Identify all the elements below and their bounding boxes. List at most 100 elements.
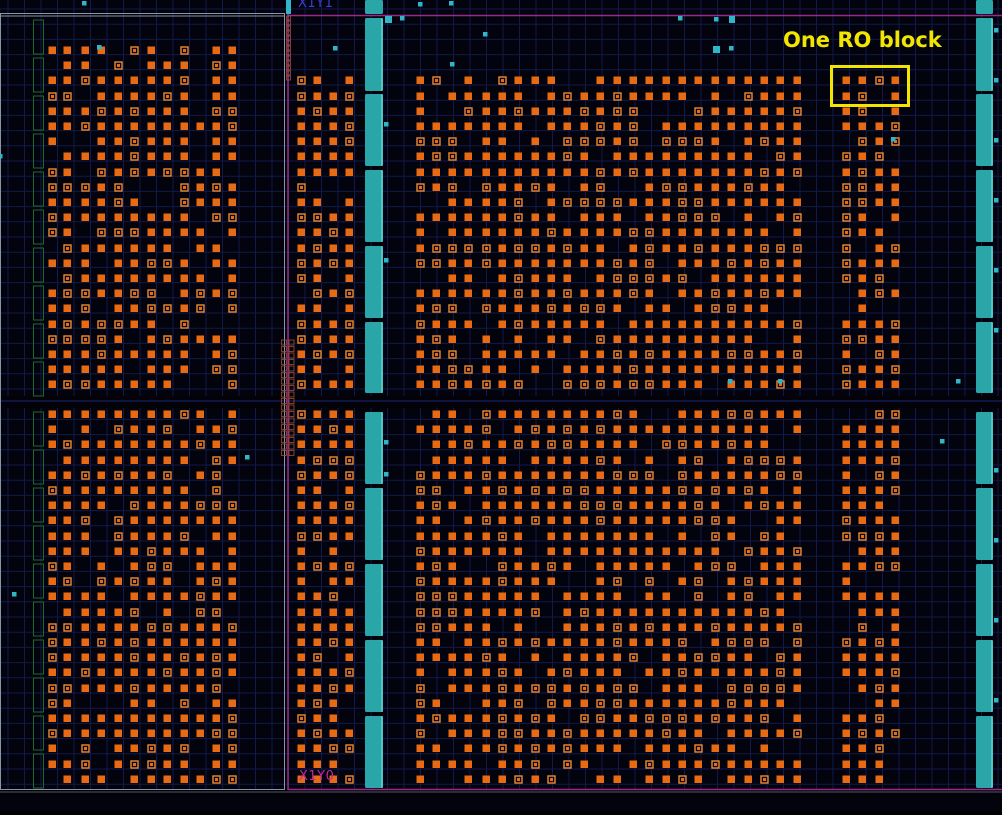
placed-cell-core xyxy=(763,459,766,462)
placed-cell-core xyxy=(451,247,454,250)
placed-cell xyxy=(147,592,155,600)
placed-cell xyxy=(531,152,539,160)
placed-cell xyxy=(645,168,653,176)
placed-cell xyxy=(891,425,899,433)
placed-cell-core xyxy=(451,353,454,356)
fpga-device-view[interactable]: X1Y1 X1Y0 One RO block xyxy=(0,0,1002,811)
placed-cell xyxy=(580,152,588,160)
placed-cell xyxy=(776,122,784,130)
placed-cell-core xyxy=(730,307,733,310)
placed-cell xyxy=(629,532,637,540)
placed-cell xyxy=(313,259,321,267)
placed-cell xyxy=(547,213,555,221)
bram-column xyxy=(365,322,383,393)
placed-cell xyxy=(793,577,801,585)
placed-cell xyxy=(228,516,236,524)
placed-cell xyxy=(662,592,670,600)
placed-cell xyxy=(147,638,155,646)
placed-cell xyxy=(563,320,571,328)
placed-cell xyxy=(416,775,424,783)
placed-cell-core xyxy=(66,247,69,250)
placed-cell xyxy=(842,320,850,328)
placed-cell xyxy=(48,289,56,297)
placed-cell xyxy=(875,440,883,448)
placed-cell xyxy=(63,46,71,54)
placed-cell xyxy=(842,653,850,661)
placed-cell xyxy=(875,198,883,206)
placed-cell xyxy=(498,274,506,282)
placed-cell xyxy=(629,410,637,418)
placed-cell xyxy=(329,244,337,252)
placed-cell-core xyxy=(747,95,750,98)
placed-cell xyxy=(694,350,702,358)
placed-cell-core xyxy=(616,641,619,644)
placed-cell xyxy=(48,501,56,509)
placed-cell xyxy=(514,92,522,100)
placed-cell xyxy=(114,608,122,616)
placed-cell xyxy=(482,501,490,509)
placed-cell xyxy=(613,547,621,555)
placed-cell-core xyxy=(616,626,619,629)
placed-cell xyxy=(776,699,784,707)
small-site xyxy=(729,46,734,51)
placed-cell xyxy=(212,562,220,570)
placed-cell-core xyxy=(714,307,717,310)
placed-cell xyxy=(482,699,490,707)
placed-cell xyxy=(678,244,686,252)
placed-cell xyxy=(432,516,440,524)
placed-cell xyxy=(776,259,784,267)
placed-cell xyxy=(448,532,456,540)
placed-cell-core xyxy=(517,443,520,446)
placed-cell xyxy=(464,122,472,130)
placed-cell-core xyxy=(616,504,619,507)
placed-cell xyxy=(531,137,539,145)
placed-cell xyxy=(114,289,122,297)
placed-cell xyxy=(498,365,506,373)
placed-cell-core xyxy=(845,277,848,280)
placed-cell xyxy=(97,198,105,206)
placed-cell xyxy=(776,76,784,84)
placed-cell xyxy=(891,213,899,221)
placed-cell xyxy=(793,92,801,100)
small-site xyxy=(97,45,102,50)
placed-cell-core xyxy=(878,687,881,690)
placed-cell-core xyxy=(84,125,87,128)
placed-cell xyxy=(464,532,472,540)
placed-cell xyxy=(744,274,752,282)
placed-cell-core xyxy=(632,140,635,143)
placed-cell-core xyxy=(332,595,335,598)
placed-cell xyxy=(580,168,588,176)
placed-cell xyxy=(416,92,424,100)
placed-cell-core xyxy=(894,368,897,371)
placed-cell xyxy=(416,380,424,388)
placed-cell xyxy=(63,562,71,570)
placed-cell-core xyxy=(332,231,335,234)
placed-cell xyxy=(196,714,204,722)
placed-cell-core xyxy=(566,671,569,674)
placed-cell-core xyxy=(100,353,103,356)
placed-cell xyxy=(842,471,850,479)
placed-cell xyxy=(297,668,305,676)
bram-column xyxy=(365,564,383,636)
placed-cell xyxy=(228,183,236,191)
placed-cell xyxy=(313,760,321,768)
placed-cell-core xyxy=(501,489,504,492)
placed-cell xyxy=(329,152,337,160)
placed-cell xyxy=(776,532,784,540)
placed-cell-core xyxy=(878,535,881,538)
placed-cell xyxy=(694,623,702,631)
placed-cell xyxy=(645,729,653,737)
placed-cell-core xyxy=(300,323,303,326)
placed-cell xyxy=(727,228,735,236)
placed-cell xyxy=(97,653,105,661)
placed-cell xyxy=(212,335,220,343)
placed-cell xyxy=(147,107,155,115)
placed-cell xyxy=(97,183,105,191)
placed-cell xyxy=(662,608,670,616)
placed-cell xyxy=(613,122,621,130)
placed-cell-core xyxy=(697,519,700,522)
placed-cell-core xyxy=(84,338,87,341)
placed-cell-core xyxy=(616,95,619,98)
placed-cell xyxy=(63,228,71,236)
placed-cell xyxy=(498,547,506,555)
